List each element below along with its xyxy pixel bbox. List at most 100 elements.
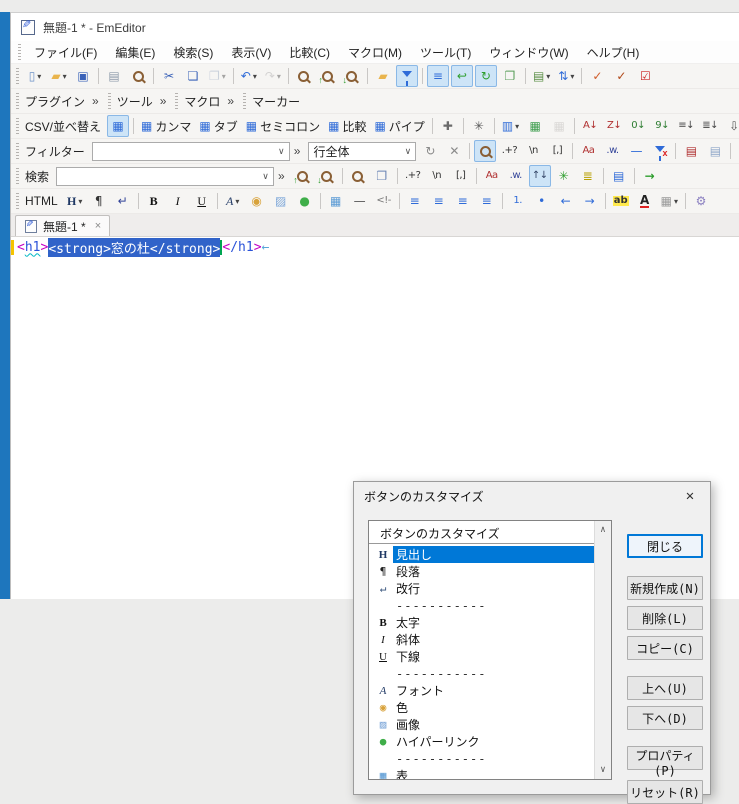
dropdown-arrow-icon[interactable]: ▾ bbox=[546, 72, 550, 81]
list-item-italic[interactable]: I 斜体 bbox=[369, 631, 594, 648]
toolbar-grip[interactable] bbox=[18, 44, 21, 60]
close-dialog-button[interactable]: 閉じる bbox=[627, 534, 703, 558]
indent-button[interactable]: → bbox=[579, 190, 601, 212]
sort-shorter-button[interactable]: ≡↓ bbox=[675, 115, 697, 137]
overflow-chevron[interactable]: » bbox=[160, 94, 167, 108]
print-preview-button[interactable] bbox=[127, 65, 149, 87]
new-button[interactable]: 新規作成(N) bbox=[627, 576, 703, 600]
image-button[interactable]: ▨ bbox=[270, 190, 292, 212]
menu-item-tools[interactable]: ツール(T) bbox=[411, 41, 480, 64]
chevron-down-icon[interactable]: ∨ bbox=[400, 146, 415, 157]
properties-button[interactable]: プロパティ(P) bbox=[627, 746, 703, 778]
find-button[interactable] bbox=[293, 65, 315, 87]
menu-item-file[interactable]: ファイル(F) bbox=[25, 41, 106, 64]
align-right-button[interactable]: ≡ bbox=[452, 190, 474, 212]
list-header[interactable]: ボタンのカスタマイズ bbox=[369, 524, 594, 544]
dropdown-arrow-icon[interactable]: ▾ bbox=[63, 72, 67, 81]
filter-button[interactable] bbox=[395, 65, 418, 87]
title-bar[interactable]: 無題-1 * - EmEditor bbox=[11, 13, 739, 41]
validate-button[interactable]: ☑ bbox=[634, 65, 656, 87]
redo-button[interactable]: ↷ ▾ bbox=[262, 65, 284, 87]
csv-pipe-button[interactable]: ▦ パイプ bbox=[371, 115, 427, 137]
dropdown-arrow-icon[interactable]: ▾ bbox=[515, 122, 519, 131]
find-in-files-button[interactable]: ▰ bbox=[372, 65, 394, 87]
dialog-close-icon[interactable]: ✕ bbox=[674, 484, 706, 508]
csv-options-button[interactable]: ▦ bbox=[548, 115, 570, 137]
overflow-chevron[interactable]: » bbox=[278, 169, 285, 183]
sort-longer-button[interactable]: ≣↓ bbox=[699, 115, 721, 137]
table-button[interactable]: ▦ bbox=[325, 190, 347, 212]
chevron-down-icon[interactable]: ∨ bbox=[274, 146, 289, 157]
align-center-button[interactable]: ≡ bbox=[428, 190, 450, 212]
list-item-font[interactable]: A フォント bbox=[369, 682, 594, 699]
csv-semicolon-button[interactable]: ▦ セミコロン bbox=[243, 115, 323, 137]
sort-ascending-number-button[interactable]: 0↓ bbox=[627, 115, 649, 137]
list-item-color[interactable]: ◉ 色 bbox=[369, 699, 594, 716]
copy-item-button[interactable]: コピー(C) bbox=[627, 636, 703, 660]
paragraph-button[interactable]: ¶ bbox=[88, 190, 110, 212]
overflow-chevron[interactable]: » bbox=[227, 94, 234, 108]
column-select-button[interactable]: ▥ ▾ bbox=[499, 115, 522, 137]
move-down-button[interactable]: 下へ(D) bbox=[627, 706, 703, 730]
menu-item-window[interactable]: ウィンドウ(W) bbox=[480, 41, 577, 64]
show-unmatched-lines-button[interactable]: ▤ bbox=[704, 140, 726, 162]
sort-az-button[interactable]: A↓ bbox=[579, 115, 601, 137]
underline-button[interactable]: U bbox=[191, 190, 213, 212]
sort-za-button[interactable]: Z↓ bbox=[603, 115, 625, 137]
edit-cell-button[interactable]: ▦ bbox=[524, 115, 546, 137]
csv-comma-button[interactable]: ▦ カンマ bbox=[138, 115, 194, 137]
dropdown-arrow-icon[interactable]: ▾ bbox=[78, 197, 82, 206]
sync-scroll-button[interactable]: ⇅ ▾ bbox=[555, 65, 577, 87]
dropdown-arrow-icon[interactable]: ▾ bbox=[37, 72, 41, 81]
search-input[interactable]: ∨ bbox=[56, 166, 275, 186]
dropdown-arrow-icon[interactable]: ▾ bbox=[222, 72, 226, 81]
count-matches-button[interactable]: ✳ bbox=[553, 165, 575, 187]
outdent-button[interactable]: ← bbox=[555, 190, 577, 212]
cut-button[interactable]: ✂ bbox=[158, 65, 180, 87]
color-button[interactable]: ◉ bbox=[246, 190, 268, 212]
menu-item-edit[interactable]: 編集(E) bbox=[106, 41, 164, 64]
toolbar-grip[interactable] bbox=[16, 193, 19, 209]
line-break-button[interactable]: ↵ bbox=[112, 190, 134, 212]
toolbar-grip[interactable] bbox=[16, 68, 19, 84]
toolbar-grip[interactable] bbox=[16, 118, 19, 134]
search-match-case-button[interactable]: Aa bbox=[481, 165, 503, 187]
list-separator[interactable]: ----------- bbox=[369, 665, 594, 682]
toolbar-grip[interactable] bbox=[107, 93, 111, 109]
reset-button[interactable]: リセット(R) bbox=[627, 780, 703, 804]
menu-item-compare[interactable]: 比較(C) bbox=[280, 41, 339, 64]
filter-negative-button[interactable]: — bbox=[625, 140, 647, 162]
filter-regex-button[interactable]: .+? bbox=[498, 140, 520, 162]
filter-scope-select[interactable]: 行全体 ∨ bbox=[308, 141, 417, 161]
list-separator[interactable]: ----------- bbox=[369, 597, 594, 614]
paste-button[interactable]: ❐ ▾ bbox=[206, 65, 229, 87]
scroll-down-icon[interactable]: ∨ bbox=[600, 761, 605, 779]
highlight-button[interactable]: ab bbox=[610, 190, 632, 212]
html-settings-button[interactable]: ⚙ bbox=[690, 190, 712, 212]
list-item-paragraph[interactable]: ¶ 段落 bbox=[369, 563, 594, 580]
search-previous-button[interactable]: ↑ bbox=[292, 165, 314, 187]
filter-input[interactable]: ∨ bbox=[91, 141, 290, 161]
list-item-heading[interactable]: H 見出し bbox=[369, 546, 594, 563]
csv-add-button[interactable]: ✚ bbox=[437, 115, 459, 137]
move-up-button[interactable]: 上へ(U) bbox=[627, 676, 703, 700]
csv-mode-button[interactable]: ▦ bbox=[107, 115, 130, 137]
italic-button[interactable]: I bbox=[167, 190, 189, 212]
list-item-underline[interactable]: U 下線 bbox=[369, 648, 594, 665]
toolbar-grip[interactable] bbox=[16, 168, 19, 184]
dropdown-arrow-icon[interactable]: ▾ bbox=[674, 197, 678, 206]
filter-clear-button[interactable]: ✕ bbox=[443, 140, 465, 162]
filter-escape-button[interactable]: \n bbox=[522, 140, 544, 162]
refresh-button[interactable]: ↻ bbox=[474, 65, 497, 87]
overflow-chevron[interactable]: » bbox=[294, 144, 301, 158]
toolbar-grip[interactable] bbox=[243, 93, 247, 109]
bullet-list-button[interactable]: • bbox=[531, 190, 553, 212]
font-button[interactable]: A ▾ bbox=[222, 190, 244, 212]
convert-wand-button[interactable]: ✳ bbox=[468, 115, 490, 137]
dropdown-arrow-icon[interactable]: ▾ bbox=[570, 72, 574, 81]
search-whole-word-button[interactable]: .w. bbox=[505, 165, 527, 187]
print-button[interactable]: ▤ bbox=[103, 65, 125, 87]
menu-item-help[interactable]: ヘルプ(H) bbox=[578, 41, 649, 64]
search-up-down-button[interactable]: ↑↓ bbox=[528, 165, 551, 187]
search-selection-button[interactable] bbox=[347, 165, 369, 187]
